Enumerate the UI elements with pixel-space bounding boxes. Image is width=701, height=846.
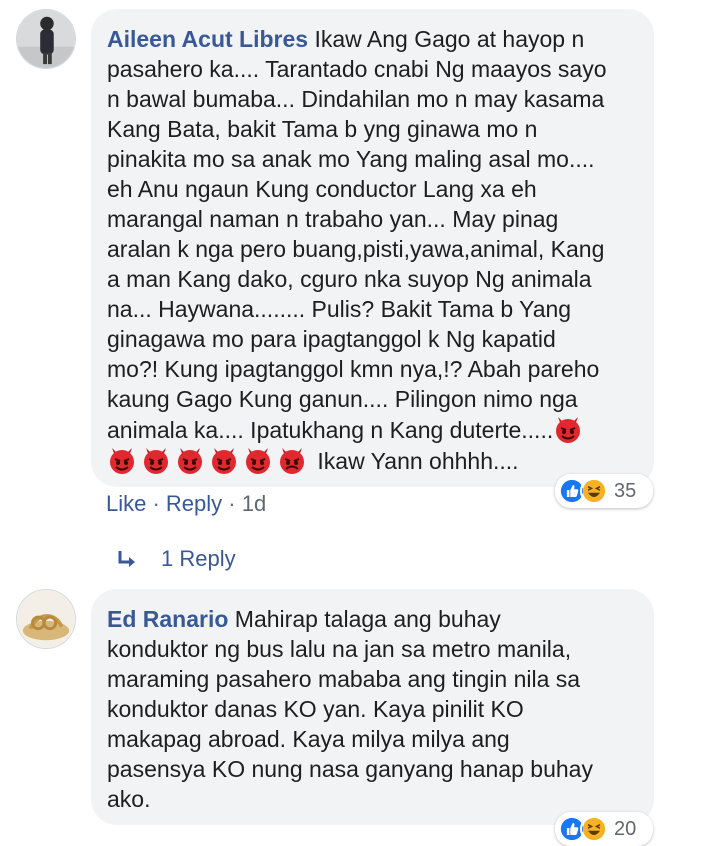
- comment-body: Ikaw Ang Gago at hayop n pasahero ka....…: [107, 26, 607, 443]
- reaction-summary[interactable]: 35: [555, 474, 653, 508]
- comment-bubble: Ed Ranario Mahirap talaga ang buhay kond…: [91, 589, 654, 825]
- comment-author[interactable]: Ed Ranario: [107, 606, 228, 632]
- angry-devil-emoji-icon: [277, 445, 307, 475]
- reply-arrow-icon: [117, 548, 139, 570]
- comment-body: Mahirap talaga ang buhay konduktor ng bu…: [107, 606, 593, 812]
- replies-count-label: 1 Reply: [161, 546, 236, 571]
- reaction-count: 35: [614, 479, 637, 502]
- devil-emoji-icon: [107, 445, 137, 475]
- devil-emoji-icon: [553, 414, 583, 444]
- avatar-aileen[interactable]: [16, 9, 76, 69]
- comment-text: Aileen Acut Libres Ikaw Ang Gago at hayo…: [107, 24, 636, 476]
- comment-body-end: Ikaw Yann ohhhh....: [317, 448, 519, 474]
- comment-text: Ed Ranario Mahirap talaga ang buhay kond…: [107, 604, 636, 814]
- devil-emoji-icon: [209, 445, 239, 475]
- like-link[interactable]: Like: [106, 491, 146, 516]
- view-replies-link[interactable]: 1 Reply: [117, 546, 236, 572]
- separator-dot: ·: [222, 491, 242, 516]
- reaction-count: 20: [614, 817, 637, 840]
- avatar-ed[interactable]: [16, 589, 76, 649]
- comment-timestamp[interactable]: 1d: [242, 491, 266, 516]
- haha-reaction-icon: [580, 815, 608, 843]
- devil-emoji-icon: [175, 445, 205, 475]
- reply-link[interactable]: Reply: [166, 491, 222, 516]
- comment-author[interactable]: Aileen Acut Libres: [107, 26, 308, 52]
- comment-bubble: Aileen Acut Libres Ikaw Ang Gago at hayo…: [91, 9, 654, 487]
- devil-emoji-icon: [141, 445, 171, 475]
- separator-dot: ·: [146, 491, 166, 516]
- haha-reaction-icon: [580, 477, 608, 505]
- devil-emoji-icon: [243, 445, 273, 475]
- comment-actions: Like · Reply · 1d: [106, 491, 266, 517]
- reaction-summary[interactable]: 20: [555, 812, 653, 846]
